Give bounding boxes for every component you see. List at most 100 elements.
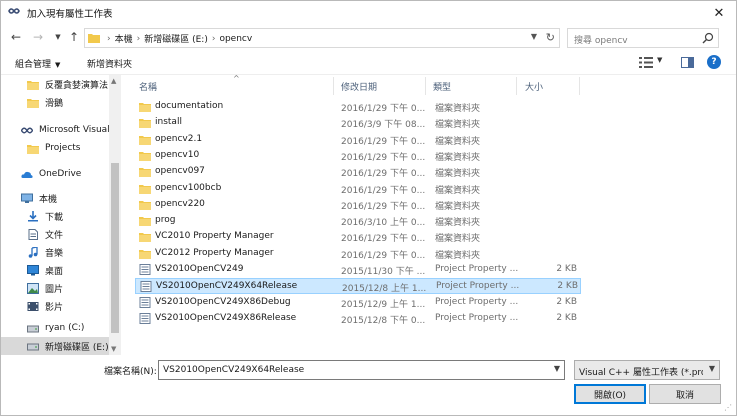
help-icon[interactable]: ? [707,55,721,69]
property-sheet-icon [140,281,152,293]
file-name: opencv2.1 [155,133,203,144]
file-row[interactable]: opencv220 2016/1/29 下午 0... 檔案資料夾 [135,197,581,213]
organize-button[interactable]: 組合管理 ▼ [15,57,60,70]
file-date: 2016/1/29 下午 0... [341,104,425,114]
nav-item-label: ryan (C:) [45,323,85,333]
change-view-icon[interactable] [639,57,653,68]
nav-item[interactable]: Microsoft Visual [1,121,110,139]
address-dropdown-icon[interactable]: ▼ [531,32,537,41]
file-row[interactable]: VS2010OpenCV249X86Release 2015/12/8 下午 0.… [135,311,581,327]
nav-item[interactable]: 新增磁碟區 (E:) [1,337,109,355]
file-date: 2016/3/10 上午 0... [341,218,425,229]
picture-icon [27,282,39,294]
file-row[interactable]: VS2010OpenCV249X64Release 2015/12/8 上午 1.… [135,278,581,295]
file-type: 檔案資料夾 [435,169,481,180]
nav-item[interactable]: 桌面 [1,261,109,279]
file-type: 檔案資料夾 [435,234,481,245]
file-type: 檔案資料夾 [435,120,481,131]
scrollbar-thumb[interactable] [111,163,119,333]
file-name: VC2012 Property Manager [155,247,274,258]
cloud-icon [21,171,33,178]
scroll-up-icon[interactable]: ▲ [111,77,116,85]
nav-item-label: Microsoft Visual [39,125,110,135]
refresh-icon[interactable]: ↻ [546,31,555,44]
file-row[interactable]: opencv097 2016/1/29 下午 0... 檔案資料夾 [135,164,581,180]
file-row[interactable]: VC2012 Property Manager 2016/1/29 下午 0...… [135,246,581,262]
file-row[interactable]: opencv100bcb 2016/1/29 下午 0... 檔案資料夾 [135,181,581,197]
preview-pane-icon[interactable] [681,57,694,68]
video-icon [27,301,39,311]
folder-icon [27,144,39,154]
file-date: 2015/12/8 下午 0... [341,315,425,326]
filename-field[interactable]: VS2010OpenCV249X64Release ▼ [158,360,565,380]
column-divider[interactable] [516,77,517,95]
folder-icon [139,135,151,145]
file-row[interactable]: prog 2016/3/10 上午 0... 檔案資料夾 [135,213,581,229]
column-header-type[interactable]: 類型 [433,75,517,97]
file-name: prog [155,215,176,226]
column-header-size[interactable]: 大小 [525,75,575,97]
new-folder-button[interactable]: 新增資料夾 [87,57,132,70]
nav-item[interactable]: Projects [1,139,109,157]
nav-item[interactable]: 文件 [1,225,109,243]
breadcrumb-separator: › [211,33,216,44]
nav-item[interactable]: 滑鵝 [1,93,109,111]
breadcrumb-separator: › [136,33,141,44]
open-button[interactable]: 開啟(O) [574,384,646,404]
forward-arrow-icon[interactable]: → [31,30,45,44]
file-row[interactable]: VS2010OpenCV249X86Debug 2015/12/9 上午 1...… [135,295,581,311]
view-options-chevron-icon[interactable]: ▼ [657,56,662,64]
drive-icon [27,325,39,332]
nav-item[interactable]: ryan (C:) [1,319,109,337]
resize-grip-icon[interactable]: ⋰ [724,403,734,413]
nav-item[interactable]: 反覆貪婪演算法 [1,75,109,93]
file-type: 檔案資料夾 [435,201,481,212]
navigation-scrollbar[interactable]: ▲ ▼ [109,75,121,355]
scroll-down-icon[interactable]: ▼ [111,345,116,353]
nav-item-label: 圖片 [45,284,64,295]
file-type: 檔案資料夾 [435,104,481,114]
file-name: install [155,117,182,128]
pc-icon [21,193,33,203]
file-type: 檔案資料夾 [435,152,481,163]
file-date: 2016/1/29 下午 0... [341,169,425,180]
file-date: 2015/12/9 上午 1... [341,299,425,310]
cancel-button[interactable]: 取消 [649,384,721,404]
file-list: ^ 名稱 修改日期 類型 大小 documentation 2016/1/29 下… [123,74,736,355]
up-arrow-icon[interactable]: ↑ [67,30,81,44]
address-bar[interactable]: › 本機 › 新增磁碟區 (E:) › opencv ▼ ↻ [84,28,560,48]
recent-locations-chevron-icon[interactable]: ▼ [51,30,65,44]
file-row[interactable]: documentation 2016/1/29 下午 0... 檔案資料夾 [135,99,581,115]
folder-icon [139,233,151,243]
nav-item[interactable]: 下載 [1,207,109,225]
column-header-date[interactable]: 修改日期 [341,75,425,97]
breadcrumb-drive-e[interactable]: 新增磁碟區 (E:) [144,32,208,45]
search-input[interactable]: 搜尋 opencv [567,28,719,48]
filetype-select[interactable]: Visual C++ 屬性工作表 (*.props) ▼ [574,360,720,380]
file-row[interactable]: install 2016/3/9 下午 08... 檔案資料夾 [135,115,581,131]
breadcrumb-this-pc[interactable]: 本機 [115,32,133,45]
nav-item[interactable]: 影片 [1,297,109,315]
nav-item[interactable]: 本機 [1,189,109,207]
file-row[interactable]: VS2010OpenCV249 2015/11/30 下午 ... Project … [135,262,581,278]
nav-item[interactable]: 音樂 [1,243,109,261]
nav-item[interactable]: OneDrive [1,165,109,183]
close-button[interactable]: ✕ [708,3,730,23]
file-size: 2 KB [557,281,578,292]
folder-icon [139,119,151,129]
file-name: VS2010OpenCV249X64Release [156,281,298,292]
back-arrow-icon[interactable]: ← [9,30,23,44]
column-divider[interactable] [579,77,580,95]
file-row[interactable]: VC2010 Property Manager 2016/1/29 下午 0...… [135,229,581,245]
chevron-down-icon[interactable]: ▼ [554,364,560,373]
file-row[interactable]: opencv2.1 2016/1/29 下午 0... 檔案資料夾 [135,132,581,148]
breadcrumb-opencv[interactable]: opencv [219,34,252,44]
nav-item[interactable]: 圖片 [1,279,109,297]
file-row[interactable]: opencv10 2016/1/29 下午 0... 檔案資料夾 [135,148,581,164]
column-header-name[interactable]: 名稱 [139,75,329,97]
folder-icon [139,217,151,227]
column-divider[interactable] [425,77,426,95]
nav-item-label: 下載 [45,212,64,223]
column-divider[interactable] [333,77,334,95]
file-date: 2016/3/9 下午 08... [341,120,425,131]
